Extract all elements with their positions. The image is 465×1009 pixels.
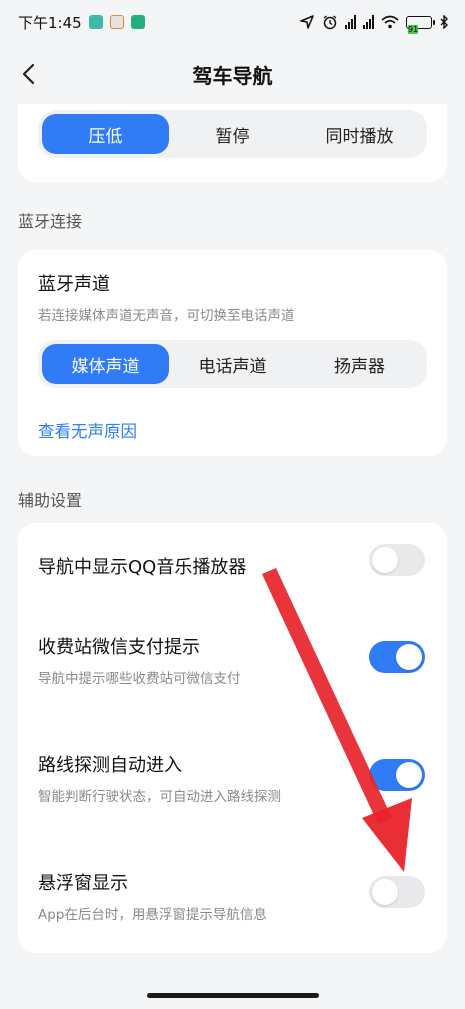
toggle-qq-music[interactable] (369, 544, 425, 576)
setting-subtitle-toll-wechat-pay: 导航中提示哪些收费站可微信支付 (38, 671, 241, 687)
assist-settings-card: 导航中显示QQ音乐播放器 收费站微信支付提示 导航中提示哪些收费站可微信支付 路… (18, 523, 447, 953)
signal-icon (363, 15, 374, 29)
battery-level: 91 (408, 24, 419, 34)
back-button[interactable] (14, 60, 42, 88)
location-icon (300, 15, 314, 29)
toggle-knob (396, 762, 422, 788)
audio-mode-option-simultaneous[interactable]: 同时播放 (296, 114, 423, 154)
toggle-route-detect[interactable] (369, 759, 425, 791)
section-label-assist: 辅助设置 (18, 491, 83, 510)
audio-mode-option-lower[interactable]: 压低 (42, 114, 169, 154)
status-bar: 下午1:45 91 (0, 0, 465, 44)
wifi-icon (381, 15, 399, 29)
audio-mode-card: 压低 暂停 同时播放 (18, 104, 447, 182)
toggle-knob (372, 547, 398, 573)
bluetooth-card: 蓝牙声道 若连接媒体声道无声音，可切换至电话声道 媒体声道 电话声道 扬声器 查… (18, 250, 447, 456)
setting-subtitle-floating-window: App在后台时，用悬浮窗提示导航信息 (38, 907, 267, 923)
audio-mode-option-pause[interactable]: 暂停 (169, 114, 296, 154)
bluetooth-channel-title: 蓝牙声道 (38, 274, 110, 295)
battery-icon: 91 (406, 15, 435, 34)
status-time: 下午1:45 (18, 13, 82, 32)
toggle-knob (372, 879, 398, 905)
bluetooth-option-speaker[interactable]: 扬声器 (296, 344, 423, 384)
toggle-knob (396, 644, 422, 670)
view-no-sound-reason-link[interactable]: 查看无声原因 (38, 418, 137, 442)
audio-mode-segmented-control: 压低 暂停 同时播放 (38, 110, 427, 158)
alarm-icon (323, 15, 337, 30)
status-right: 91 (299, 14, 449, 34)
toggle-toll-wechat-pay[interactable] (369, 641, 425, 673)
app-notification-icon (130, 15, 145, 29)
bluetooth-option-media[interactable]: 媒体声道 (42, 344, 169, 384)
status-left: 下午1:45 (18, 12, 145, 33)
bluetooth-channel-control-wrap: 媒体声道 电话声道 扬声器 (38, 340, 427, 388)
setting-subtitle-route-detect: 智能判断行驶状态，可自动进入路线探测 (38, 789, 281, 805)
bluetooth-icon (440, 15, 448, 29)
toggle-floating-window[interactable] (369, 876, 425, 908)
page-title: 驾车导航 (192, 63, 273, 88)
section-label-bluetooth: 蓝牙连接 (18, 212, 83, 231)
chevron-left-icon (22, 63, 35, 85)
signal-icon (345, 15, 356, 29)
app-notification-icon (88, 15, 103, 29)
bluetooth-channel-subtitle: 若连接媒体声道无声音，可切换至电话声道 (38, 308, 295, 324)
home-indicator[interactable] (147, 993, 319, 998)
bluetooth-channel-row: 蓝牙声道 若连接媒体声道无声音，可切换至电话声道 (38, 270, 427, 324)
bluetooth-option-phone[interactable]: 电话声道 (169, 344, 296, 384)
bluetooth-channel-segmented-control: 媒体声道 电话声道 扬声器 (38, 340, 427, 388)
app-notification-icon (109, 15, 124, 29)
page-header: 驾车导航 (0, 44, 465, 104)
